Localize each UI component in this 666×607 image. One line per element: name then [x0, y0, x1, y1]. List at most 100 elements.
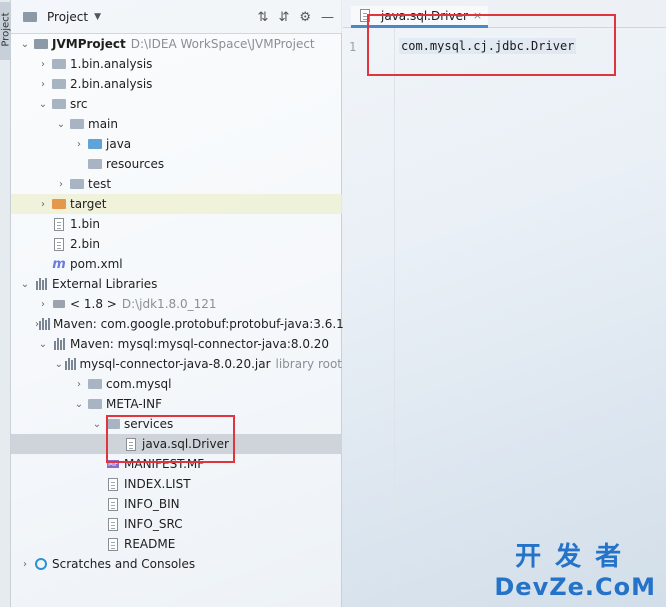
project-tool-tab-label: Project	[0, 12, 12, 47]
chevron-down-icon: ▼	[94, 12, 101, 22]
chevron-down-icon[interactable]: ⌄	[53, 119, 69, 130]
folder-icon	[87, 157, 103, 171]
source-folder-icon	[87, 137, 103, 151]
tree-item-label: test	[88, 177, 112, 191]
project-view-icon	[22, 10, 38, 24]
highlight-box-editor	[367, 14, 616, 76]
tree-item[interactable]: › < 1.8 > D:\jdk1.8.0_121	[11, 294, 342, 314]
tree-item[interactable]: › test	[11, 174, 342, 194]
folder-icon	[87, 377, 103, 391]
gear-icon[interactable]: ⚙	[299, 10, 311, 25]
tree-item[interactable]: resources	[11, 154, 342, 174]
chevron-right-icon[interactable]: ›	[35, 299, 51, 310]
chevron-right-icon[interactable]: ›	[71, 139, 87, 150]
tree-item[interactable]: INDEX.LIST	[11, 474, 342, 494]
tree-item[interactable]: 2.bin	[11, 234, 342, 254]
chevron-right-icon[interactable]: ›	[35, 59, 51, 70]
tree-item-label: README	[124, 537, 176, 551]
chevron-down-icon[interactable]: ⌄	[35, 99, 51, 110]
chevron-right-icon[interactable]: ›	[35, 79, 51, 90]
tree-item[interactable]: › Scratches and Consoles	[11, 554, 342, 574]
library-icon	[33, 277, 49, 291]
folder-icon	[51, 57, 67, 71]
tree-item[interactable]: ⌄ JVMProject D:\IDEA WorkSpace\JVMProject	[11, 34, 342, 54]
chevron-down-icon[interactable]: ⌄	[35, 339, 51, 350]
jar-icon	[65, 357, 77, 371]
tree-item-label: 2.bin.analysis	[70, 77, 153, 91]
excluded-folder-icon	[51, 197, 67, 211]
project-view-title: Project	[47, 10, 89, 24]
collapse-all-icon[interactable]: ⇵	[278, 10, 289, 25]
expand-all-icon[interactable]: ⇅	[258, 10, 269, 25]
tree-item-label: META-INF	[106, 397, 163, 411]
file-icon	[105, 537, 121, 551]
tree-item-label: java	[106, 137, 132, 151]
tree-item-label: 1.bin.analysis	[70, 57, 153, 71]
tree-item[interactable]: › target	[11, 194, 342, 214]
tree-item[interactable]: m pom.xml	[11, 254, 342, 274]
tree-item[interactable]: › com.mysql	[11, 374, 342, 394]
file-icon	[105, 477, 121, 491]
chevron-right-icon[interactable]: ›	[53, 179, 69, 190]
module-icon	[33, 37, 49, 51]
tree-item-label: INFO_SRC	[124, 517, 183, 531]
project-toolbar-icons: ⇅ ⇵ ⚙ —	[258, 10, 334, 25]
tree-item-label: INFO_BIN	[124, 497, 180, 511]
file-icon	[105, 497, 121, 511]
maven-icon: m	[52, 256, 66, 272]
tree-item[interactable]: › Maven: com.google.protobuf:protobuf-jav…	[11, 314, 344, 334]
tree-item[interactable]: ⌄ Maven: mysql:mysql-connector-java:8.0.2…	[11, 334, 342, 354]
tree-item-label: mysql-connector-java-8.0.20.jar	[79, 357, 271, 371]
watermark-line1: 开发者	[515, 542, 636, 572]
chevron-down-icon[interactable]: ⌄	[71, 399, 87, 410]
tree-item[interactable]: INFO_SRC	[11, 514, 342, 534]
project-view-selector[interactable]: Project ▼	[22, 10, 101, 24]
tree-item-hint: library root	[275, 357, 342, 371]
tree-item[interactable]: ⌄ main	[11, 114, 342, 134]
scratch-icon	[33, 557, 49, 571]
tree-item-label: Maven: mysql:mysql-connector-java:8.0.20	[70, 337, 330, 351]
project-tool-tab[interactable]: Project	[0, 2, 12, 60]
chevron-down-icon[interactable]: ⌄	[53, 359, 65, 370]
watermark-line2: DevZe.CoM	[494, 573, 656, 601]
minimize-icon[interactable]: —	[321, 10, 334, 25]
watermark-logo: 开发者 DevZe.CoM	[494, 536, 656, 601]
tree-item-label: INDEX.LIST	[124, 477, 191, 491]
file-icon	[51, 217, 67, 231]
folder-icon	[69, 117, 85, 131]
chevron-right-icon[interactable]: ›	[35, 199, 51, 210]
tree-item[interactable]: ⌄ mysql-connector-java-8.0.20.jar library …	[11, 354, 342, 374]
tree-item[interactable]: › 1.bin.analysis	[11, 54, 342, 74]
file-icon	[105, 517, 121, 531]
tree-item-label: target	[70, 197, 107, 211]
tree-item[interactable]: ⌄ META-INF	[11, 394, 342, 414]
tree-item-label: Scratches and Consoles	[52, 557, 196, 571]
tree-item[interactable]: INFO_BIN	[11, 494, 342, 514]
tree-item[interactable]: 1.bin	[11, 214, 342, 234]
tree-item-label: pom.xml	[70, 257, 123, 271]
project-toolbar: Project ▼ ⇅ ⇵ ⚙ —	[11, 0, 342, 34]
tree-item-label: Maven: com.google.protobuf:protobuf-java…	[53, 317, 344, 331]
tree-item[interactable]: README	[11, 534, 342, 554]
tree-item-label: 2.bin	[70, 237, 101, 251]
tree-item-label: com.mysql	[106, 377, 172, 391]
tree-item-label: JVMProject	[52, 37, 126, 51]
chevron-right-icon[interactable]: ›	[17, 559, 33, 570]
tree-item[interactable]: › java	[11, 134, 342, 154]
tree-item-label: < 1.8 >	[70, 297, 117, 311]
tree-item[interactable]: › 2.bin.analysis	[11, 74, 342, 94]
folder-icon	[69, 177, 85, 191]
tree-item[interactable]: ⌄ src	[11, 94, 342, 114]
folder-icon	[51, 77, 67, 91]
library-icon	[39, 317, 50, 331]
chevron-down-icon[interactable]: ⌄	[17, 279, 33, 290]
folder-icon	[51, 97, 67, 111]
tree-item[interactable]: ⌄ External Libraries	[11, 274, 342, 294]
jdk-icon	[51, 297, 67, 311]
chevron-right-icon[interactable]: ›	[71, 379, 87, 390]
file-icon	[51, 237, 67, 251]
chevron-down-icon[interactable]: ⌄	[17, 39, 33, 50]
tree-item-label: src	[70, 97, 88, 111]
line-number: 1	[349, 40, 357, 54]
chevron-down-icon[interactable]: ⌄	[89, 419, 105, 430]
